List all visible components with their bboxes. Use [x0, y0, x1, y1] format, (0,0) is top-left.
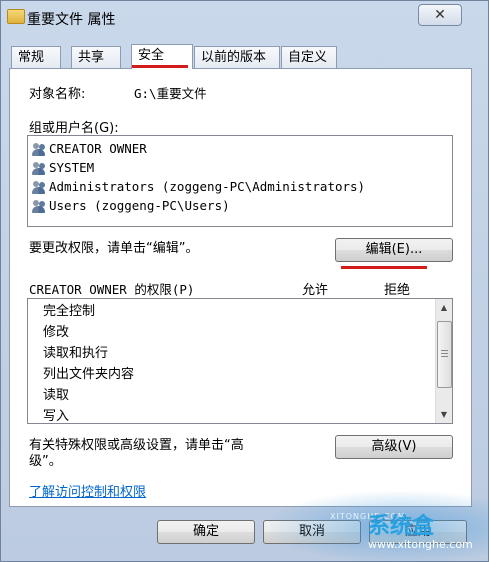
user-group-icon — [32, 143, 46, 156]
list-item[interactable]: CREATOR OWNER — [32, 139, 147, 158]
edit-button[interactable]: 编辑(E)... — [335, 238, 453, 262]
ok-button[interactable]: 确定 — [157, 520, 255, 544]
watermark-url: www.xitonghe.com — [368, 538, 473, 551]
list-item[interactable]: SYSTEM — [32, 158, 94, 177]
window-title: 重要文件 属性 — [27, 12, 116, 28]
groups-label: 组或用户名(G): — [29, 121, 119, 136]
allow-column-header: 允许 — [302, 283, 329, 298]
user-group-icon — [32, 162, 46, 175]
scroll-thumb[interactable] — [437, 321, 452, 388]
list-item: 写入 — [43, 409, 70, 424]
object-name-label: 对象名称: — [29, 87, 86, 102]
advanced-hint-line2: 级”。 — [29, 454, 62, 469]
user-group-icon — [32, 200, 46, 213]
scroll-up-icon[interactable]: ▲ — [436, 299, 452, 316]
list-item: 修改 — [43, 325, 70, 340]
list-item: 列出文件夹内容 — [43, 367, 135, 382]
groups-list[interactable]: CREATOR OWNER SYSTEM Administrators (zog… — [27, 135, 453, 227]
list-item: 读取和执行 — [43, 346, 109, 361]
change-permissions-hint: 要更改权限，请单击“编辑”。 — [29, 241, 199, 256]
learn-access-control-link[interactable]: 了解访问控制和权限 — [29, 481, 146, 500]
close-button[interactable]: ✕ — [418, 4, 462, 26]
tab-customize[interactable]: 自定义 — [281, 46, 337, 68]
permissions-list[interactable]: 完全控制 修改 读取和执行 列出文件夹内容 读取 写入 ▲ ▼ — [27, 298, 453, 424]
watermark-brand: 系统盒 — [368, 514, 435, 539]
properties-dialog: 重要文件 属性 ✕ 常规 共享 安全 以前的版本 自定义 对象名称: G:\重要… — [0, 0, 489, 562]
edit-button-highlight — [341, 266, 427, 269]
title-bar: 重要文件 属性 ✕ — [1, 1, 488, 35]
folder-icon — [7, 9, 25, 24]
tab-general[interactable]: 常规 — [11, 46, 61, 68]
list-item[interactable]: Users (zoggeng-PC\Users) — [32, 196, 230, 215]
permissions-header: CREATOR OWNER 的权限(P) — [29, 282, 195, 297]
advanced-button[interactable]: 高级(V) — [335, 435, 453, 459]
list-item: 完全控制 — [43, 304, 96, 319]
tab-sharing[interactable]: 共享 — [71, 46, 121, 68]
list-item: 读取 — [43, 388, 70, 403]
highlight-underline — [132, 65, 188, 68]
user-group-icon — [32, 181, 46, 194]
list-item[interactable]: Administrators (zoggeng-PC\Administrator… — [32, 177, 365, 196]
scroll-down-icon[interactable]: ▼ — [436, 406, 452, 423]
close-icon: ✕ — [434, 7, 446, 23]
tab-previous-versions[interactable]: 以前的版本 — [194, 46, 280, 68]
deny-column-header: 拒绝 — [384, 283, 411, 298]
object-name-value: G:\重要文件 — [134, 86, 207, 101]
permissions-scrollbar[interactable]: ▲ ▼ — [435, 299, 452, 423]
